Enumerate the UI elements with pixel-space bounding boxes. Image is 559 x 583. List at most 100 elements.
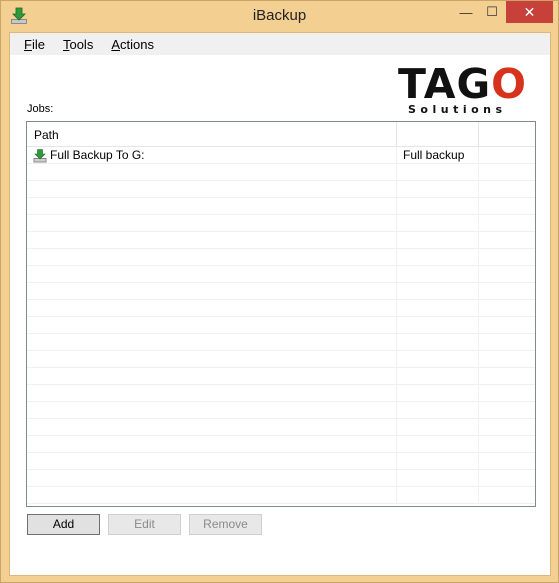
empty-table-row[interactable] [27,215,535,232]
empty-cell [397,215,479,232]
minimize-button[interactable]: — [453,1,479,23]
empty-cell [479,419,535,436]
empty-cell [397,317,479,334]
column-header-path[interactable]: Path [27,122,397,147]
empty-table-row[interactable] [27,351,535,368]
menu-file[interactable]: File [24,37,45,52]
edit-button[interactable]: Edit [108,514,181,535]
app-window: iBackup — ☐ ✕ File Tools Actions TAGO So… [0,0,559,583]
empty-table-row[interactable] [27,232,535,249]
row-extra-cell [479,147,535,164]
empty-cell [479,181,535,198]
empty-table-row[interactable] [27,402,535,419]
empty-cell [397,402,479,419]
empty-cell [27,215,397,232]
empty-cell [27,487,397,504]
empty-cell [397,368,479,385]
empty-table-row[interactable] [27,283,535,300]
empty-cell [397,351,479,368]
column-header-extra[interactable] [479,122,535,147]
empty-table-row[interactable] [27,249,535,266]
empty-cell [479,164,535,181]
empty-table-row[interactable] [27,181,535,198]
maximize-button[interactable]: ☐ [479,1,505,23]
empty-cell [27,181,397,198]
empty-cell [397,487,479,504]
empty-table-row[interactable] [27,164,535,181]
empty-cell [397,232,479,249]
jobs-label: Jobs: [27,103,54,115]
empty-table-row[interactable] [27,266,535,283]
empty-cell [397,470,479,487]
empty-cell [479,402,535,419]
row-type-cell: Full backup [397,147,479,164]
empty-cell [479,385,535,402]
empty-cell [27,368,397,385]
empty-cell [479,351,535,368]
empty-cell [479,283,535,300]
empty-cell [397,419,479,436]
empty-cell [27,419,397,436]
empty-cell [27,283,397,300]
empty-cell [479,317,535,334]
empty-table-row[interactable] [27,436,535,453]
empty-cell [479,300,535,317]
empty-cell [479,487,535,504]
empty-cell [27,232,397,249]
empty-table-row[interactable] [27,198,535,215]
empty-table-row[interactable] [27,334,535,351]
close-button[interactable]: ✕ [506,1,553,23]
empty-cell [27,164,397,181]
empty-table-row[interactable] [27,487,535,504]
empty-cell [27,198,397,215]
empty-cell [27,266,397,283]
row-path-cell: Full Backup To G: [27,147,397,164]
menu-tools[interactable]: Tools [63,37,93,52]
empty-cell [27,453,397,470]
tago-solutions-logo: TAGO Solutions [398,60,528,116]
empty-cell [397,266,479,283]
empty-cell [397,164,479,181]
column-header-type[interactable] [397,122,479,147]
empty-table-row[interactable] [27,419,535,436]
empty-cell [397,300,479,317]
empty-cell [479,436,535,453]
jobs-rows: Full Backup To G: Full backup [27,147,535,504]
empty-cell [27,317,397,334]
download-icon [33,148,47,162]
jobs-list[interactable]: Path Full Backup To G: Full backup [26,121,536,507]
menu-bar: File Tools Actions [10,33,550,55]
add-button[interactable]: Add [27,514,100,535]
table-row[interactable]: Full Backup To G: Full backup [27,147,535,164]
remove-button[interactable]: Remove [189,514,262,535]
title-bar[interactable]: iBackup — ☐ ✕ [1,1,558,32]
empty-table-row[interactable] [27,453,535,470]
empty-table-row[interactable] [27,300,535,317]
empty-table-row[interactable] [27,385,535,402]
empty-cell [27,402,397,419]
jobs-list-header: Path [27,122,535,147]
empty-cell [479,453,535,470]
empty-cell [27,334,397,351]
empty-table-row[interactable] [27,317,535,334]
empty-cell [479,266,535,283]
empty-cell [479,232,535,249]
empty-cell [397,283,479,300]
empty-cell [479,470,535,487]
empty-cell [479,215,535,232]
empty-cell [27,249,397,266]
empty-table-row[interactable] [27,368,535,385]
empty-cell [397,436,479,453]
empty-cell [479,368,535,385]
empty-cell [27,470,397,487]
menu-actions[interactable]: Actions [111,37,154,52]
empty-cell [479,334,535,351]
empty-cell [27,385,397,402]
empty-cell [27,300,397,317]
empty-cell [27,351,397,368]
empty-cell [397,334,479,351]
empty-table-row[interactable] [27,470,535,487]
empty-cell [479,198,535,215]
empty-cell [397,198,479,215]
empty-cell [397,385,479,402]
